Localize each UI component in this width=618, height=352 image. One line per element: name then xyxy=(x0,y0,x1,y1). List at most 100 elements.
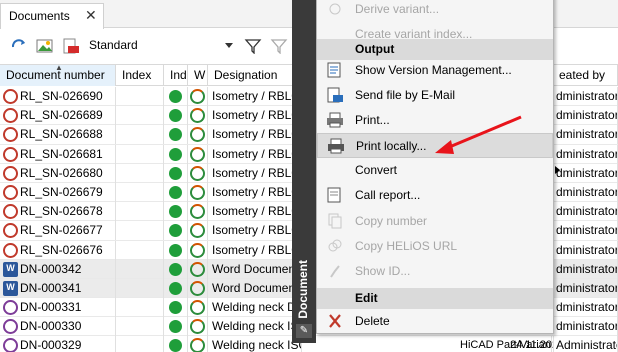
cell-w xyxy=(188,278,208,298)
cell-created-by: dministrator xyxy=(552,317,618,337)
status-green-icon xyxy=(169,90,182,103)
cell-index xyxy=(116,125,164,145)
cell-index xyxy=(116,163,164,183)
email-icon xyxy=(327,87,343,103)
workflow-icon xyxy=(190,300,205,316)
menu-item-send-file-by-e-mail[interactable]: Send file by E-Mail xyxy=(317,83,553,108)
column-document-number[interactable]: ▲ Document number xyxy=(0,65,116,86)
workflow-icon xyxy=(190,223,205,239)
column-ind[interactable]: Ind xyxy=(164,65,188,86)
id-icon xyxy=(330,265,340,278)
workflow-icon xyxy=(190,108,205,124)
cell-ind xyxy=(164,202,188,222)
cell-created-by: dministrator xyxy=(552,144,618,164)
menu-section-output: Output xyxy=(317,39,553,60)
cell-created-by: dministrator xyxy=(552,125,618,145)
word-doc-icon: W xyxy=(3,280,18,296)
image-icon[interactable] xyxy=(36,38,54,54)
cell-created-by: dministrator xyxy=(552,202,618,222)
column-created-by[interactable]: eated by xyxy=(552,65,618,86)
cell-designation: Welding neck IS xyxy=(208,317,302,337)
status-green-icon xyxy=(169,109,182,123)
menu-item-show-id: Show ID... xyxy=(317,259,553,284)
workflow-icon xyxy=(190,261,205,277)
cell-ind xyxy=(164,221,188,241)
cell-document-number: RL_SN-026677 xyxy=(0,221,116,241)
refresh-icon[interactable] xyxy=(10,38,28,54)
weld-doc-icon xyxy=(3,338,18,352)
status-green-icon xyxy=(169,301,182,315)
workflow-icon xyxy=(190,280,205,296)
cell-created-by: dministrator xyxy=(552,106,618,126)
clear-filter-icon[interactable] xyxy=(270,38,288,54)
variant-icon xyxy=(329,3,341,15)
copy-icon xyxy=(328,213,342,229)
status-green-icon xyxy=(169,262,182,276)
menu-item-call-report[interactable]: Call report... xyxy=(317,183,553,208)
word-doc-icon: W xyxy=(3,261,18,277)
cell-designation: Isometry / RBL0 xyxy=(208,240,302,260)
pin-icon[interactable]: ✎ xyxy=(296,324,312,338)
cell-ind xyxy=(164,278,188,298)
cell-designation: Word Documen xyxy=(208,259,302,279)
cell-document-number: DN-000331 xyxy=(0,298,116,318)
cad-doc-icon xyxy=(3,184,18,200)
status-green-icon xyxy=(169,243,182,257)
column-label: eated by xyxy=(559,68,606,82)
cad-doc-icon xyxy=(3,127,18,143)
cell-designation: Isometry / RBL0 xyxy=(208,202,302,222)
cell-ind xyxy=(164,87,188,106)
cell-date: 24.11.2022 xyxy=(510,336,554,352)
column-w[interactable]: W xyxy=(188,65,208,86)
report-icon xyxy=(327,187,341,203)
cell-w xyxy=(188,106,208,126)
view-select[interactable]: Standard xyxy=(84,34,236,56)
annotation-arrow xyxy=(435,115,522,154)
menu-item-show-version-management[interactable]: Show Version Management... xyxy=(317,58,553,83)
cad-doc-icon xyxy=(3,242,18,258)
cell-designation: Welding neck D xyxy=(208,298,302,318)
tab-documents[interactable]: Documents ✕ xyxy=(0,3,104,29)
cell-ind xyxy=(164,106,188,126)
cell-document-number: RL_SN-026690 xyxy=(0,87,116,106)
workflow-icon xyxy=(190,319,205,335)
cell-index xyxy=(116,221,164,241)
menu-item-delete[interactable]: Delete xyxy=(317,309,553,334)
cell-index xyxy=(116,106,164,126)
workflow-icon xyxy=(190,89,205,104)
context-menu: Derive variant... Create variant index..… xyxy=(316,0,560,334)
column-index[interactable]: Index xyxy=(116,65,164,86)
filter-icon[interactable] xyxy=(244,38,262,54)
tab-label: Documents xyxy=(9,9,70,23)
cad-doc-icon xyxy=(3,89,18,104)
column-designation[interactable]: Designation xyxy=(208,65,302,86)
cell-document-number: RL_SN-026676 xyxy=(0,240,116,260)
document-side-panel[interactable]: Document xyxy=(292,0,316,343)
status-green-icon xyxy=(169,224,182,238)
workflow-icon xyxy=(190,204,205,220)
column-label: W xyxy=(194,68,206,82)
status-green-icon xyxy=(169,205,182,219)
cell-document-number: W DN-000342 xyxy=(0,259,116,279)
pdf-icon[interactable] xyxy=(62,38,80,54)
cell-designation: Isometry / RBL0 xyxy=(208,182,302,202)
menu-item-copy-number: Copy number xyxy=(317,209,553,234)
cell-index xyxy=(116,317,164,337)
status-green-icon xyxy=(169,339,182,352)
close-icon[interactable]: ✕ xyxy=(85,7,97,24)
workflow-icon xyxy=(190,127,205,143)
cell-w xyxy=(188,125,208,145)
cell-designation: Isometry / RBL0 xyxy=(208,125,302,145)
menu-item-copy-helios-url: Copy HELiOS URL xyxy=(317,234,553,259)
column-label: Ind xyxy=(170,68,187,82)
cell-index xyxy=(116,144,164,164)
cell-w xyxy=(188,221,208,241)
cad-doc-icon xyxy=(3,146,18,162)
cell-w xyxy=(188,240,208,260)
cell-index xyxy=(116,202,164,222)
cell-document-number: DN-000330 xyxy=(0,317,116,337)
weld-doc-icon xyxy=(3,300,18,316)
cell-designation: Word Documen xyxy=(208,278,302,298)
cell-created-by: dministrator xyxy=(552,240,618,260)
workflow-icon xyxy=(190,165,205,181)
